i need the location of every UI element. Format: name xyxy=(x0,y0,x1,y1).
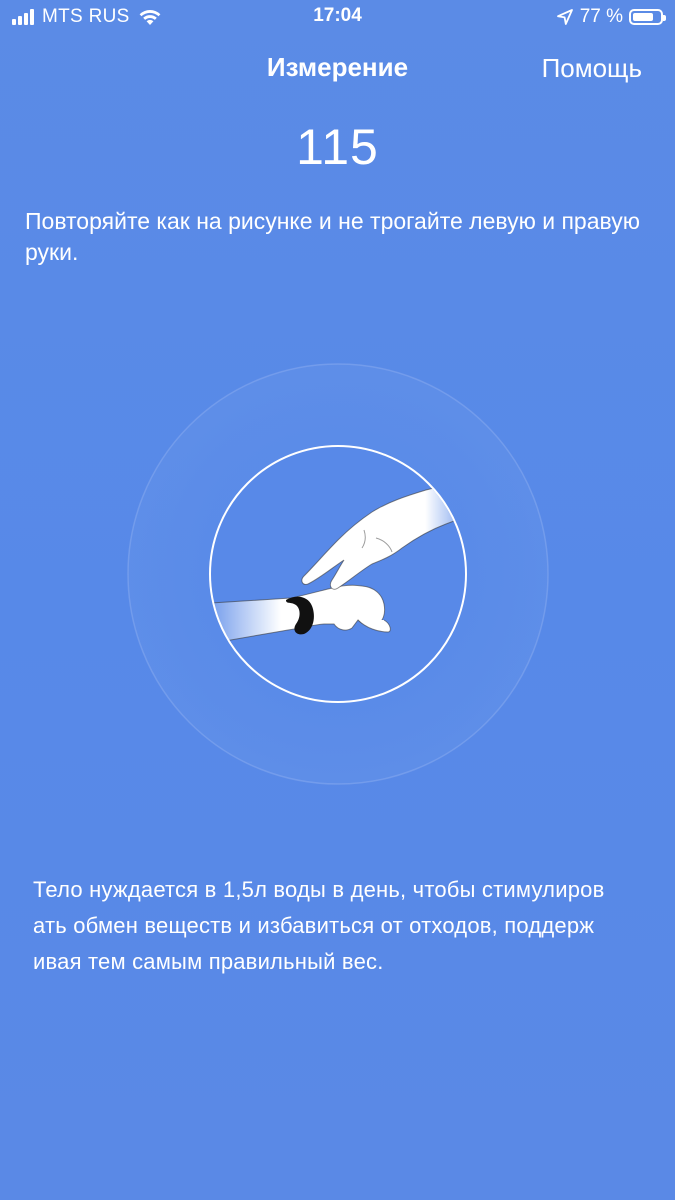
battery-icon xyxy=(629,9,666,25)
tip-text: Тело нуждается в 1,5л воды в день, чтобы… xyxy=(33,872,643,980)
tip-line: Тело нуждается в 1,5л воды в день, чтобы… xyxy=(33,877,605,902)
tip-line: ать обмен веществ и избавиться от отходо… xyxy=(33,913,595,938)
instruction-text: Повторяйте как на рисунке и не трогайте … xyxy=(25,208,640,265)
measurement-screen: MTS RUS 17:04 77 % Измерение Помощь 115 … xyxy=(0,0,675,1200)
measurement-value: 115 xyxy=(296,119,379,175)
status-bar: MTS RUS 17:04 77 % xyxy=(0,0,675,36)
tip-line: ивая тем самым правильный вес. xyxy=(33,949,384,974)
battery-fill xyxy=(633,13,654,21)
status-bar-right: 77 % xyxy=(556,6,666,28)
battery-percent: 77 % xyxy=(579,6,623,27)
measurement-illustration xyxy=(127,363,549,785)
location-icon xyxy=(556,9,573,25)
help-button[interactable]: Помощь xyxy=(542,53,642,84)
